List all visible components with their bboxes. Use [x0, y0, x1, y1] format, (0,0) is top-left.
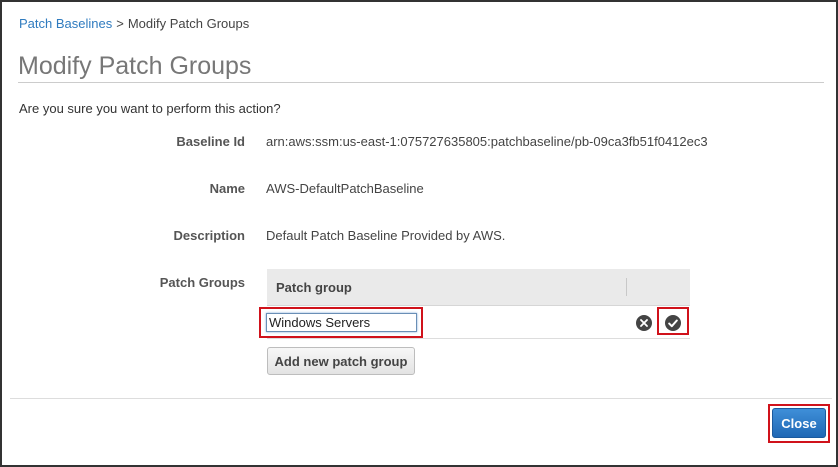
- baseline-id-label: Baseline Id: [176, 134, 245, 149]
- close-button[interactable]: Close: [772, 408, 826, 438]
- patch-group-table-header: Patch group: [267, 269, 690, 306]
- patch-group-column-header: Patch group: [276, 280, 352, 295]
- column-divider: [626, 278, 627, 296]
- patch-groups-label: Patch Groups: [159, 275, 245, 290]
- table-row: [259, 306, 690, 339]
- page-title: Modify Patch Groups: [18, 52, 252, 80]
- breadcrumb: Patch Baselines > Modify Patch Groups: [19, 16, 249, 31]
- modal-frame: Patch Baselines > Modify Patch Groups Modi…: [0, 0, 838, 467]
- description-label: Description: [173, 228, 245, 243]
- patch-group-table: Patch group: [259, 269, 690, 339]
- patch-group-input[interactable]: [266, 313, 417, 332]
- baseline-id-value: arn:aws:ssm:us-east-1:075727635805:patch…: [266, 134, 708, 149]
- name-value: AWS-DefaultPatchBaseline: [266, 181, 424, 196]
- confirmation-prompt: Are you sure you want to perform this ac…: [19, 101, 281, 116]
- breadcrumb-separator: >: [116, 16, 124, 31]
- x-glyph-icon: [640, 319, 648, 327]
- name-label: Name: [209, 181, 245, 196]
- x-circle-icon[interactable]: [636, 315, 652, 331]
- add-new-patch-group-button[interactable]: Add new patch group: [267, 347, 415, 375]
- footer-divider: [10, 398, 832, 399]
- check-glyph-icon: [668, 319, 678, 327]
- description-value: Default Patch Baseline Provided by AWS.: [266, 228, 506, 243]
- breadcrumb-current: Modify Patch Groups: [127, 16, 250, 31]
- breadcrumb-patch-baselines-link[interactable]: Patch Baselines: [19, 16, 112, 31]
- title-divider: [18, 82, 824, 83]
- check-circle-icon[interactable]: [665, 315, 681, 331]
